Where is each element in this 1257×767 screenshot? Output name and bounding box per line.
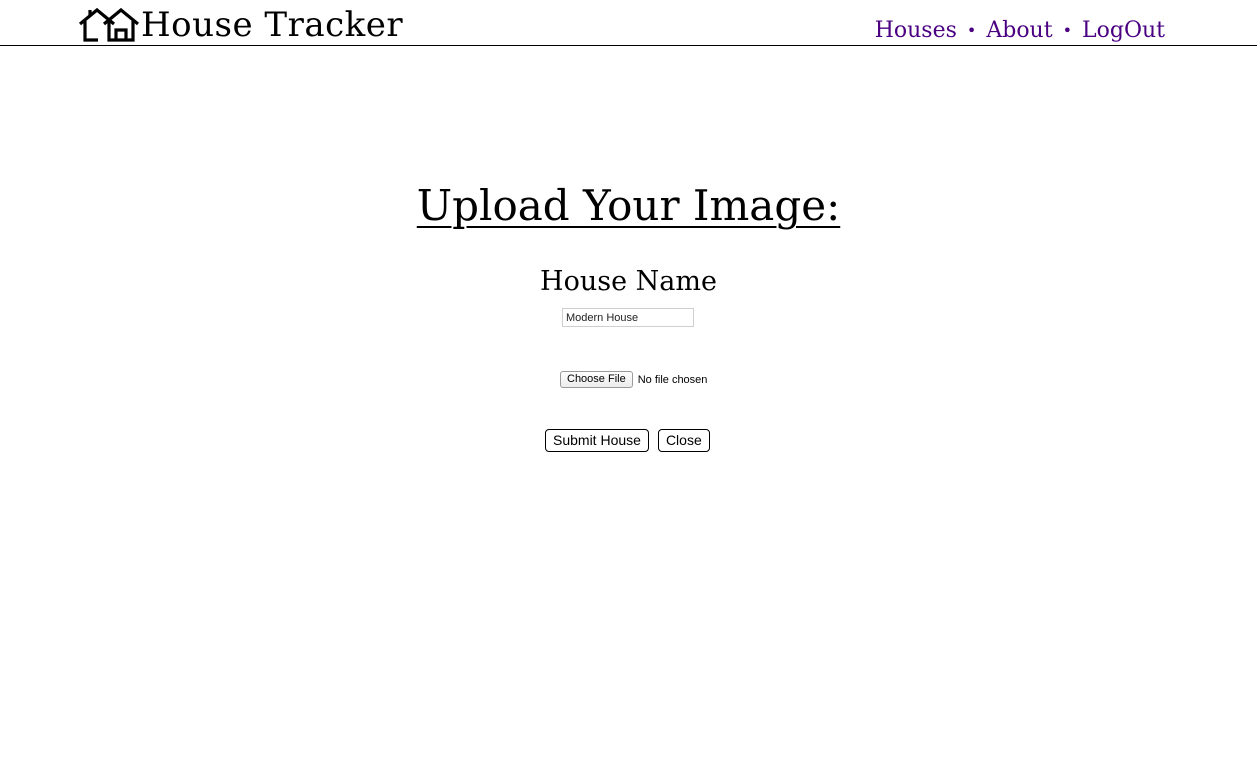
nav-link-about[interactable]: About bbox=[986, 18, 1052, 43]
nav-link-logout[interactable]: LogOut bbox=[1082, 18, 1165, 43]
close-button[interactable]: Close bbox=[657, 429, 710, 452]
nav-link-houses[interactable]: Houses bbox=[875, 18, 957, 43]
site-title: House Tracker bbox=[141, 5, 404, 45]
nav-separator: • bbox=[1062, 21, 1073, 40]
choose-file-button[interactable]: Choose File bbox=[560, 371, 633, 388]
houses-icon bbox=[78, 7, 140, 42]
brand[interactable]: House Tracker bbox=[78, 6, 403, 44]
submit-house-button[interactable]: Submit House bbox=[545, 429, 649, 452]
form-actions: Submit House Close bbox=[545, 429, 710, 452]
page-title: Upload Your Image: bbox=[416, 181, 841, 230]
nav-separator: • bbox=[966, 21, 977, 40]
file-picker: Choose File No file chosen bbox=[560, 371, 707, 388]
main-nav: Houses • About • LogOut bbox=[875, 18, 1165, 43]
house-name-input[interactable] bbox=[562, 308, 694, 327]
house-name-label: House Name bbox=[540, 266, 717, 297]
site-header: House Tracker Houses • About • LogOut bbox=[0, 0, 1257, 46]
file-status-text: No file chosen bbox=[637, 373, 708, 386]
